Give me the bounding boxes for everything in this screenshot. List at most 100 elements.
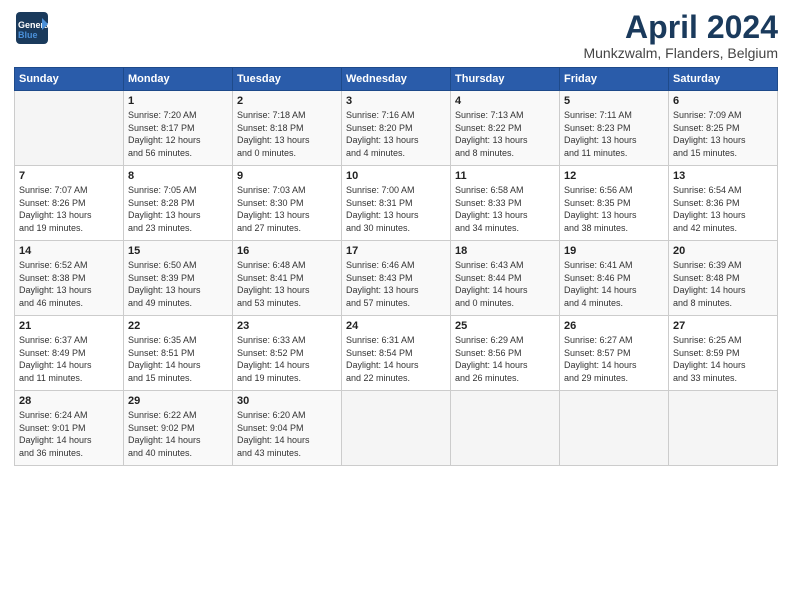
day-info: Sunrise: 7:09 AM Sunset: 8:25 PM Dayligh… [673, 109, 773, 159]
table-row: 24 Sunrise: 6:31 AM Sunset: 8:54 PM Dayli… [342, 316, 451, 391]
table-row: 5Sunrise: 7:11 AM Sunset: 8:23 PM Daylig… [560, 91, 669, 166]
header-monday: Monday [124, 68, 233, 91]
table-row: 14Sunrise: 6:52 AM Sunset: 8:38 PM Dayli… [15, 241, 124, 316]
day-number: 30 [237, 395, 337, 407]
table-row: 11 Sunrise: 6:58 AM Sunset: 8:33 PM Dayli… [451, 166, 560, 241]
day-number: 26 [564, 320, 664, 332]
table-row: 25Sunrise: 6:29 AM Sunset: 8:56 PM Dayli… [451, 316, 560, 391]
header-saturday: Saturday [669, 68, 778, 91]
day-number: 28 [19, 395, 119, 407]
day-number: 20 [673, 245, 773, 257]
table-row: 16 Sunrise: 6:48 AM Sunset: 8:41 PM Dayli… [233, 241, 342, 316]
day-info: Sunrise: 7:03 AM Sunset: 8:30 PM Dayligh… [237, 184, 337, 234]
table-row [669, 391, 778, 466]
day-info: Sunrise: 7:11 AM Sunset: 8:23 PM Dayligh… [564, 109, 664, 159]
table-row: 19Sunrise: 6:41 AM Sunset: 8:46 PM Dayli… [560, 241, 669, 316]
logo: General Blue [14, 10, 50, 46]
header-sunday: Sunday [15, 68, 124, 91]
table-row: 7 Sunrise: 7:07 AM Sunset: 8:26 PM Daylig… [15, 166, 124, 241]
day-info: Sunrise: 7:00 AM Sunset: 8:31 PM Dayligh… [346, 184, 446, 234]
table-row [15, 91, 124, 166]
day-number: 29 [128, 395, 228, 407]
month-title: April 2024 [583, 10, 778, 45]
calendar-week-row: 1 Sunrise: 7:20 AM Sunset: 8:17 PM Daylig… [15, 91, 778, 166]
table-row: 21 Sunrise: 6:37 AM Sunset: 8:49 PM Dayli… [15, 316, 124, 391]
table-row: 10 Sunrise: 7:00 AM Sunset: 8:31 PM Dayli… [342, 166, 451, 241]
day-number: 7 [19, 170, 119, 182]
location: Munkzwalm, Flanders, Belgium [583, 45, 778, 61]
table-row: 18Sunrise: 6:43 AM Sunset: 8:44 PM Dayli… [451, 241, 560, 316]
calendar-week-row: 7 Sunrise: 7:07 AM Sunset: 8:26 PM Daylig… [15, 166, 778, 241]
day-number: 9 [237, 170, 337, 182]
calendar-week-row: 14Sunrise: 6:52 AM Sunset: 8:38 PM Dayli… [15, 241, 778, 316]
page-container: General Blue April 2024 Munkzwalm, Fland… [0, 0, 792, 612]
table-row: 2 Sunrise: 7:18 AM Sunset: 8:18 PM Daylig… [233, 91, 342, 166]
day-number: 27 [673, 320, 773, 332]
table-row: 27Sunrise: 6:25 AM Sunset: 8:59 PM Dayli… [669, 316, 778, 391]
table-row: 15 Sunrise: 6:50 AM Sunset: 8:39 PM Dayli… [124, 241, 233, 316]
day-info: Sunrise: 7:07 AM Sunset: 8:26 PM Dayligh… [19, 184, 119, 234]
day-number: 6 [673, 95, 773, 107]
table-row: 17 Sunrise: 6:46 AM Sunset: 8:43 PM Dayli… [342, 241, 451, 316]
day-info: Sunrise: 6:46 AM Sunset: 8:43 PM Dayligh… [346, 259, 446, 309]
page-header: General Blue April 2024 Munkzwalm, Fland… [14, 10, 778, 61]
table-row: 3 Sunrise: 7:16 AM Sunset: 8:20 PM Daylig… [342, 91, 451, 166]
day-number: 21 [19, 320, 119, 332]
calendar-table: Sunday Monday Tuesday Wednesday Thursday… [14, 67, 778, 466]
day-info: Sunrise: 6:29 AM Sunset: 8:56 PM Dayligh… [455, 334, 555, 384]
day-info: Sunrise: 6:58 AM Sunset: 8:33 PM Dayligh… [455, 184, 555, 234]
table-row: 30 Sunrise: 6:20 AM Sunset: 9:04 PM Dayli… [233, 391, 342, 466]
day-info: Sunrise: 6:43 AM Sunset: 8:44 PM Dayligh… [455, 259, 555, 309]
day-info: Sunrise: 6:37 AM Sunset: 8:49 PM Dayligh… [19, 334, 119, 384]
table-row: 29Sunrise: 6:22 AM Sunset: 9:02 PM Dayli… [124, 391, 233, 466]
day-number: 2 [237, 95, 337, 107]
table-row: 22Sunrise: 6:35 AM Sunset: 8:51 PM Dayli… [124, 316, 233, 391]
table-row [560, 391, 669, 466]
day-number: 13 [673, 170, 773, 182]
table-row: 28 Sunrise: 6:24 AM Sunset: 9:01 PM Dayli… [15, 391, 124, 466]
header-thursday: Thursday [451, 68, 560, 91]
day-info: Sunrise: 6:50 AM Sunset: 8:39 PM Dayligh… [128, 259, 228, 309]
day-info: Sunrise: 6:39 AM Sunset: 8:48 PM Dayligh… [673, 259, 773, 309]
day-number: 4 [455, 95, 555, 107]
table-row [451, 391, 560, 466]
day-number: 22 [128, 320, 228, 332]
svg-text:Blue: Blue [18, 30, 38, 40]
day-info: Sunrise: 6:24 AM Sunset: 9:01 PM Dayligh… [19, 409, 119, 459]
day-info: Sunrise: 7:16 AM Sunset: 8:20 PM Dayligh… [346, 109, 446, 159]
header-tuesday: Tuesday [233, 68, 342, 91]
day-info: Sunrise: 6:54 AM Sunset: 8:36 PM Dayligh… [673, 184, 773, 234]
day-number: 17 [346, 245, 446, 257]
day-info: Sunrise: 6:48 AM Sunset: 8:41 PM Dayligh… [237, 259, 337, 309]
calendar-week-row: 28 Sunrise: 6:24 AM Sunset: 9:01 PM Dayli… [15, 391, 778, 466]
title-block: April 2024 Munkzwalm, Flanders, Belgium [583, 10, 778, 61]
header-friday: Friday [560, 68, 669, 91]
day-info: Sunrise: 6:52 AM Sunset: 8:38 PM Dayligh… [19, 259, 119, 309]
day-info: Sunrise: 6:33 AM Sunset: 8:52 PM Dayligh… [237, 334, 337, 384]
day-number: 23 [237, 320, 337, 332]
day-number: 11 [455, 170, 555, 182]
day-info: Sunrise: 7:20 AM Sunset: 8:17 PM Dayligh… [128, 109, 228, 159]
day-number: 3 [346, 95, 446, 107]
calendar-body: 1 Sunrise: 7:20 AM Sunset: 8:17 PM Daylig… [15, 91, 778, 466]
table-row [342, 391, 451, 466]
day-info: Sunrise: 7:18 AM Sunset: 8:18 PM Dayligh… [237, 109, 337, 159]
table-row: 13 Sunrise: 6:54 AM Sunset: 8:36 PM Dayli… [669, 166, 778, 241]
day-number: 1 [128, 95, 228, 107]
table-row: 1 Sunrise: 7:20 AM Sunset: 8:17 PM Daylig… [124, 91, 233, 166]
table-row: 8Sunrise: 7:05 AM Sunset: 8:28 PM Daylig… [124, 166, 233, 241]
table-row: 23 Sunrise: 6:33 AM Sunset: 8:52 PM Dayli… [233, 316, 342, 391]
table-row: 9 Sunrise: 7:03 AM Sunset: 8:30 PM Daylig… [233, 166, 342, 241]
day-number: 15 [128, 245, 228, 257]
day-number: 24 [346, 320, 446, 332]
day-info: Sunrise: 7:13 AM Sunset: 8:22 PM Dayligh… [455, 109, 555, 159]
day-number: 8 [128, 170, 228, 182]
day-number: 10 [346, 170, 446, 182]
day-info: Sunrise: 6:20 AM Sunset: 9:04 PM Dayligh… [237, 409, 337, 459]
table-row: 20 Sunrise: 6:39 AM Sunset: 8:48 PM Dayli… [669, 241, 778, 316]
day-number: 12 [564, 170, 664, 182]
logo-icon: General Blue [14, 10, 50, 46]
day-info: Sunrise: 6:31 AM Sunset: 8:54 PM Dayligh… [346, 334, 446, 384]
day-number: 19 [564, 245, 664, 257]
day-number: 16 [237, 245, 337, 257]
